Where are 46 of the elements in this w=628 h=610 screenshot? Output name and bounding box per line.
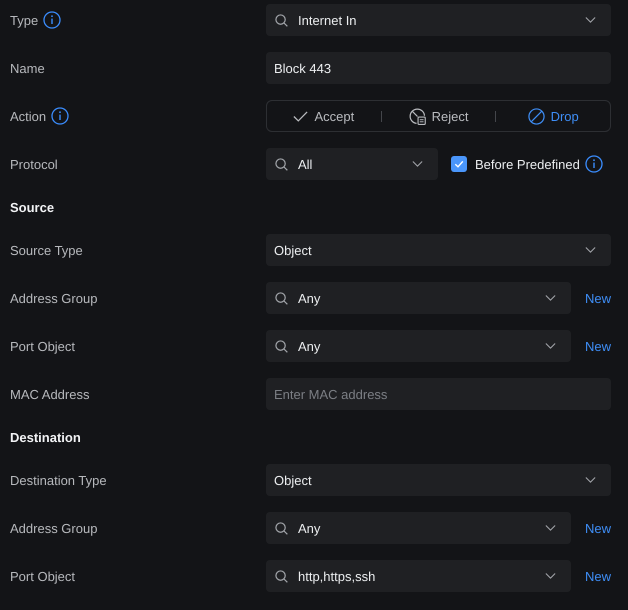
circle-with-document-icon xyxy=(408,108,426,124)
field-label: Name xyxy=(10,60,45,76)
new-link[interactable]: New xyxy=(570,338,611,354)
chevron-down-icon xyxy=(412,161,423,167)
field-label: Port Object xyxy=(10,338,76,354)
chevron-down-icon xyxy=(585,247,596,253)
new-link[interactable]: New xyxy=(570,290,611,306)
section-heading: Source xyxy=(10,200,54,214)
field-label: Port Object xyxy=(10,568,76,584)
check-icon xyxy=(293,110,308,122)
field-label: Address Group xyxy=(10,290,98,306)
field-label: Protocol xyxy=(10,156,58,172)
field-label: Action xyxy=(10,108,46,124)
dropdown[interactable]: Any xyxy=(266,330,571,362)
dropdown[interactable]: http,https,ssh xyxy=(266,560,571,592)
chevron-down-icon xyxy=(544,573,556,579)
chevron-down-icon xyxy=(544,525,556,531)
chevron-down-icon xyxy=(544,295,556,301)
info-icon[interactable] xyxy=(584,155,603,173)
field-label: Type xyxy=(10,12,38,28)
dropdown[interactable]: Any xyxy=(266,282,571,314)
new-link[interactable]: New xyxy=(570,520,611,536)
chevron-down-icon xyxy=(585,17,596,23)
dropdown[interactable]: All xyxy=(266,148,438,180)
prohibited-icon xyxy=(528,108,545,124)
new-link[interactable]: New xyxy=(570,568,611,584)
field-label: MAC Address xyxy=(10,386,90,402)
checkbox-label: Before Predefined xyxy=(475,156,580,172)
dropdown[interactable]: Any xyxy=(266,512,571,544)
checkbox[interactable] xyxy=(451,156,467,172)
chevron-down-icon xyxy=(544,343,556,349)
chevron-down-icon xyxy=(585,477,596,483)
field-label: Address Group xyxy=(10,520,98,536)
section-heading: Destination xyxy=(10,430,81,444)
field-label: Source Type xyxy=(10,242,83,258)
info-icon[interactable] xyxy=(51,107,70,125)
segment-button[interactable]: Drop xyxy=(496,101,610,131)
field-label: Destination Type xyxy=(10,472,107,488)
text-field[interactable]: Enter MAC address xyxy=(266,378,611,410)
dropdown[interactable]: Internet In xyxy=(266,4,611,36)
text-field[interactable]: Block 443 xyxy=(266,52,611,84)
info-icon[interactable] xyxy=(43,11,62,29)
segment-button[interactable]: Accept xyxy=(267,101,381,131)
segment-button[interactable]: Reject xyxy=(382,101,496,131)
dropdown[interactable]: Object xyxy=(266,464,611,496)
dropdown[interactable]: Object xyxy=(266,234,611,266)
